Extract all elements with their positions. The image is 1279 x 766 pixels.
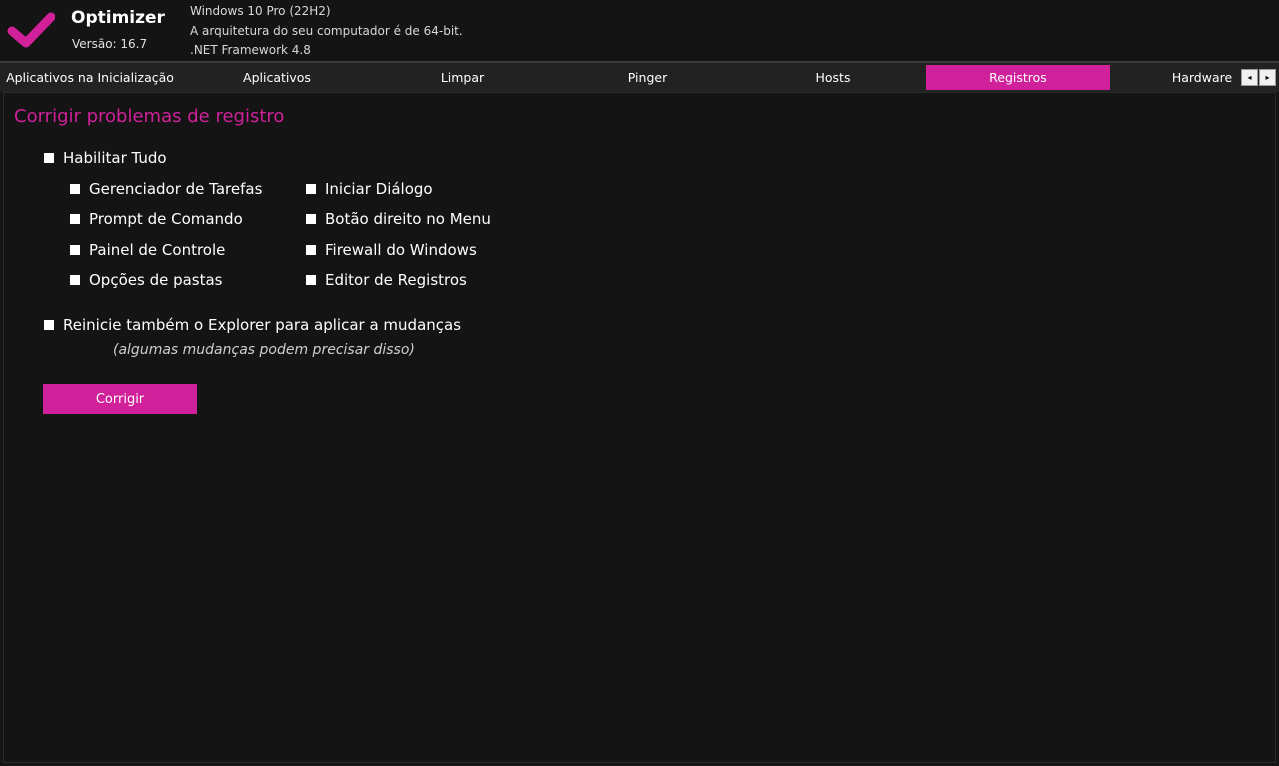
checkbox-box[interactable] [306,214,316,224]
tab-pinger[interactable]: Pinger [556,65,739,90]
framework-info: .NET Framework 4.8 [190,43,311,57]
checkbox-box[interactable] [44,153,54,163]
tab-apps[interactable]: Aplicativos [186,65,368,90]
checkbox-box[interactable] [70,184,80,194]
control-panel-checkbox[interactable]: Painel de Controle [70,241,225,259]
context-menu-checkbox[interactable]: Botão direito no Menu [306,210,491,228]
checkbox-box[interactable] [70,245,80,255]
checkbox-label: Habilitar Tudo [63,149,167,167]
tab-scroll-left-icon[interactable]: ◂ [1241,69,1258,86]
os-info: Windows 10 Pro (22H2) [190,4,331,18]
tab-hardware[interactable]: Hardware [1150,65,1254,90]
checkmark-icon [7,12,55,48]
tab-bar: Aplicativos na Inicialização Aplicativos… [0,63,1279,92]
restart-explorer-checkbox[interactable]: Reinicie também o Explorer para aplicar … [44,316,461,334]
task-manager-checkbox[interactable]: Gerenciador de Tarefas [70,180,262,198]
registry-editor-checkbox[interactable]: Editor de Registros [306,271,467,289]
checkbox-box[interactable] [44,320,54,330]
app-header: Optimizer Versão: 16.7 Windows 10 Pro (2… [0,0,1279,61]
checkbox-label: Editor de Registros [325,271,467,289]
tab-hosts[interactable]: Hosts [741,65,925,90]
architecture-info: A arquitetura do seu computador é de 64-… [190,24,463,38]
folder-options-checkbox[interactable]: Opções de pastas [70,271,223,289]
checkbox-label: Firewall do Windows [325,241,477,259]
windows-firewall-checkbox[interactable]: Firewall do Windows [306,241,477,259]
tab-registry[interactable]: Registros [926,65,1110,90]
enable-all-checkbox[interactable]: Habilitar Tudo [44,149,167,167]
checkbox-box[interactable] [306,184,316,194]
tab-scroll-right-icon[interactable]: ▸ [1259,69,1276,86]
checkbox-label: Botão direito no Menu [325,210,491,228]
checkbox-label: Reinicie também o Explorer para aplicar … [63,316,462,334]
tab-clean[interactable]: Limpar [371,65,554,90]
checkbox-label: Opções de pastas [89,271,223,289]
section-title: Corrigir problemas de registro [14,106,285,127]
checkbox-box[interactable] [306,275,316,285]
checkbox-label: Painel de Controle [89,241,226,259]
checkbox-label: Iniciar Diálogo [325,180,433,198]
command-prompt-checkbox[interactable]: Prompt de Comando [70,210,243,228]
checkbox-label: Prompt de Comando [89,210,243,228]
checkbox-box[interactable] [306,245,316,255]
app-title: Optimizer [71,8,165,28]
run-dialog-checkbox[interactable]: Iniciar Diálogo [306,180,433,198]
restart-hint: (algumas mudanças podem precisar disso) [113,342,415,358]
checkbox-label: Gerenciador de Tarefas [89,180,263,198]
fix-button[interactable]: Corrigir [43,384,197,414]
app-version: Versão: 16.7 [72,37,148,51]
tab-startup-apps[interactable]: Aplicativos na Inicialização [0,65,180,90]
checkbox-box[interactable] [70,275,80,285]
checkbox-box[interactable] [70,214,80,224]
